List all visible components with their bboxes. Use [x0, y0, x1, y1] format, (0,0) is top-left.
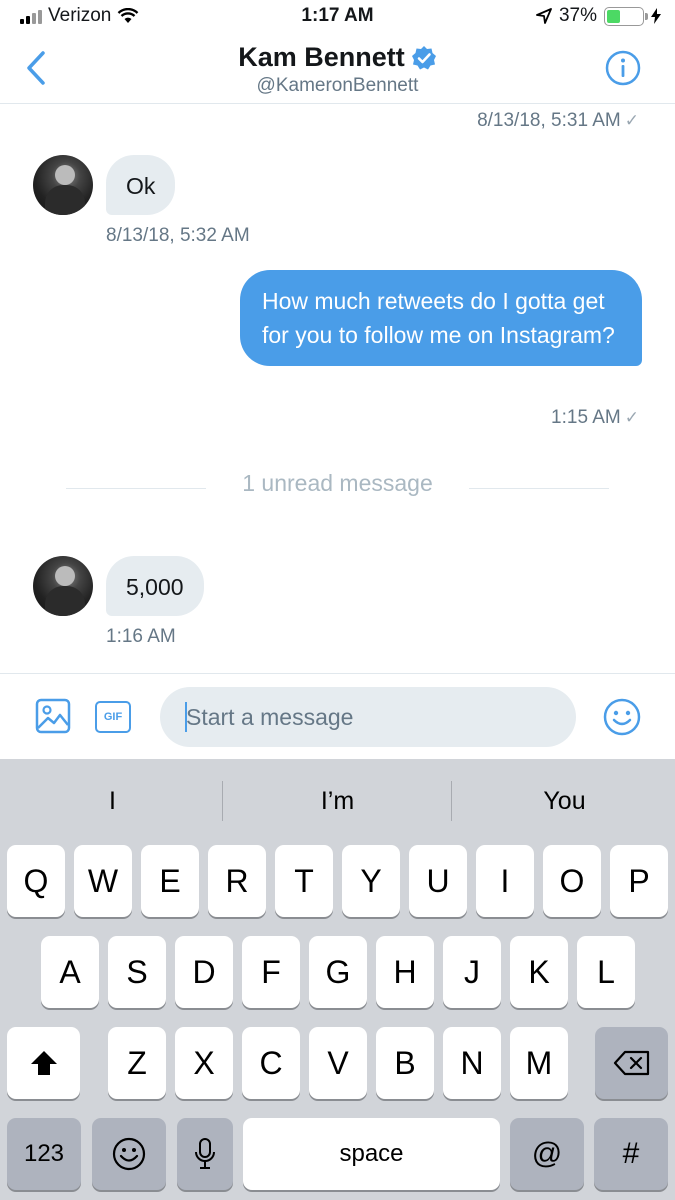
backspace-key[interactable] — [595, 1027, 668, 1099]
status-bar: Verizon 1:17 AM 37% — [0, 0, 675, 36]
avatar[interactable] — [33, 556, 93, 616]
info-icon — [605, 50, 641, 86]
key-o[interactable]: O — [543, 845, 601, 917]
battery-percent: 37% — [558, 5, 597, 26]
charging-bolt-icon — [651, 8, 661, 24]
gif-button[interactable]: GIF — [95, 701, 131, 733]
timestamp-text: 1:16 AM — [106, 626, 176, 647]
key-m[interactable]: M — [510, 1027, 568, 1099]
sent-check-icon: ✓ — [624, 408, 639, 427]
emoji-keyboard-key[interactable] — [92, 1118, 166, 1190]
key-w[interactable]: W — [74, 845, 132, 917]
predictive-bar: I I’m You — [0, 759, 675, 843]
message-composer: GIF — [0, 673, 675, 759]
conversation-header: Kam Bennett @KameronBennett — [0, 36, 675, 104]
suggestion-3[interactable]: You — [452, 759, 675, 843]
key-s[interactable]: S — [108, 936, 166, 1008]
timestamp-text: 8/13/18, 5:31 AM — [477, 110, 621, 131]
key-q[interactable]: Q — [7, 845, 65, 917]
key-b[interactable]: B — [376, 1027, 434, 1099]
dictation-key[interactable] — [177, 1118, 233, 1190]
image-icon — [35, 698, 71, 734]
received-message-bubble[interactable]: Ok — [106, 155, 176, 215]
shift-key[interactable] — [7, 1027, 80, 1099]
emoji-icon — [603, 698, 641, 736]
battery-fill — [607, 9, 620, 23]
message-timestamp: 8/13/18, 5:32 AM — [106, 225, 250, 247]
key-p[interactable]: P — [610, 845, 668, 917]
header-title-block[interactable]: Kam Bennett @KameronBennett — [0, 42, 675, 97]
text-cursor — [185, 702, 187, 732]
contact-name-row: Kam Bennett — [238, 42, 437, 73]
key-d[interactable]: D — [175, 936, 233, 1008]
key-f[interactable]: F — [242, 936, 300, 1008]
backspace-icon — [613, 1050, 649, 1076]
sent-message-bubble[interactable]: How much retweets do I gotta get for you… — [240, 270, 642, 366]
key-l[interactable]: L — [577, 936, 635, 1008]
message-text: How much retweets do I gotta get for you… — [262, 288, 615, 348]
key-v[interactable]: V — [309, 1027, 367, 1099]
key-j[interactable]: J — [443, 936, 501, 1008]
emoji-button[interactable] — [603, 698, 641, 741]
timestamp-text: 1:15 AM — [551, 407, 621, 428]
key-a[interactable]: A — [41, 936, 99, 1008]
message-timestamp: 1:16 AM — [106, 626, 176, 648]
contact-name: Kam Bennett — [238, 42, 405, 72]
location-arrow-icon — [536, 8, 552, 24]
key-k[interactable]: K — [510, 936, 568, 1008]
add-photo-button[interactable] — [35, 698, 71, 739]
keyboard-emoji-icon — [112, 1137, 146, 1171]
message-timestamp: 8/13/18, 5:31 AM ✓ — [477, 110, 639, 132]
gif-icon: GIF — [103, 711, 123, 723]
info-button[interactable] — [605, 50, 641, 91]
key-n[interactable]: N — [443, 1027, 501, 1099]
contact-handle: @KameronBennett — [256, 75, 419, 96]
suggestion-divider — [222, 781, 223, 821]
numbers-key[interactable]: 123 — [7, 1118, 81, 1190]
avatar[interactable] — [33, 155, 93, 215]
verified-badge-icon — [411, 45, 436, 69]
key-i[interactable]: I — [476, 845, 534, 917]
hash-key[interactable]: # — [594, 1118, 668, 1190]
key-r[interactable]: R — [208, 845, 266, 917]
key-x[interactable]: X — [175, 1027, 233, 1099]
key-z[interactable]: Z — [108, 1027, 166, 1099]
message-input[interactable] — [160, 687, 576, 747]
space-key[interactable]: space — [243, 1118, 500, 1190]
key-c[interactable]: C — [242, 1027, 300, 1099]
key-u[interactable]: U — [409, 845, 467, 917]
microphone-icon — [195, 1138, 215, 1169]
key-t[interactable]: T — [275, 845, 333, 917]
system-keyboard: I I’m You Q W E R T Y U I O P A S D F G … — [0, 759, 675, 1200]
received-message-bubble[interactable]: 5,000 — [106, 556, 204, 616]
message-timestamp: 1:15 AM ✓ — [551, 407, 639, 429]
key-h[interactable]: H — [376, 936, 434, 1008]
status-right: 37% — [536, 5, 661, 27]
key-y[interactable]: Y — [342, 845, 400, 917]
key-g[interactable]: G — [309, 936, 367, 1008]
battery-icon — [604, 6, 648, 26]
message-text: 5,000 — [126, 574, 184, 600]
unread-message-label: 1 unread message — [242, 470, 433, 496]
shift-icon — [30, 1051, 57, 1075]
timestamp-text: 8/13/18, 5:32 AM — [106, 225, 250, 246]
at-key[interactable]: @ — [510, 1118, 584, 1190]
unread-divider-right — [469, 488, 609, 489]
message-text: Ok — [126, 173, 156, 199]
sent-check-icon: ✓ — [624, 111, 639, 130]
suggestion-2[interactable]: I’m — [225, 759, 450, 843]
suggestion-1[interactable]: I — [0, 759, 225, 843]
key-e[interactable]: E — [141, 845, 199, 917]
